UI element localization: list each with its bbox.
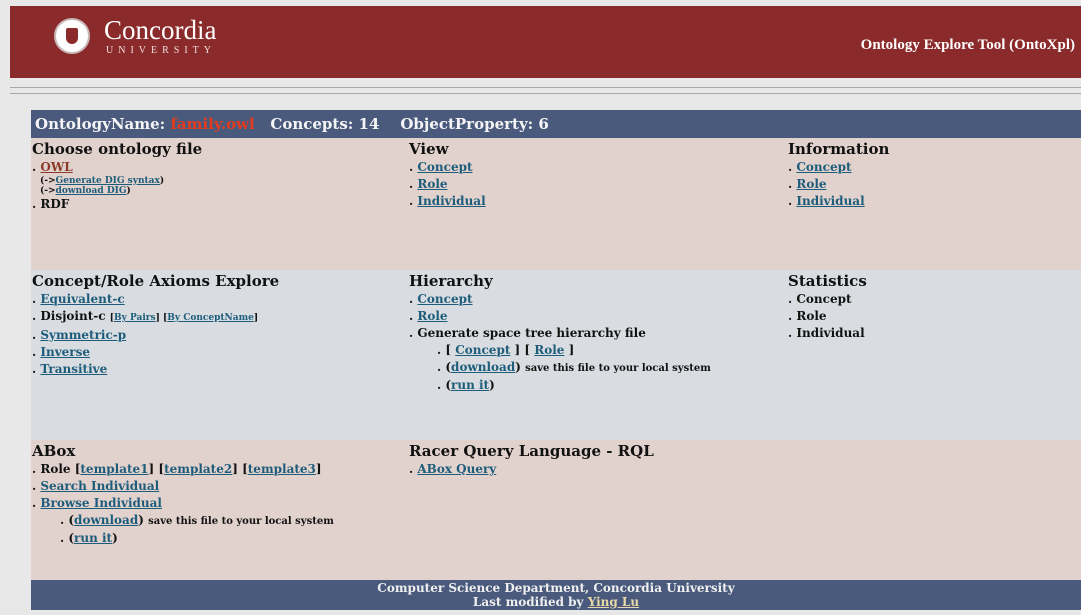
hierarchy-title: Hierarchy (409, 272, 493, 290)
statistics-section: Statistics . Concept . Role . Individual (788, 272, 1078, 342)
inverse-link[interactable]: Inverse (40, 345, 90, 359)
view-concept-link[interactable]: Concept (417, 160, 472, 174)
modified-prefix: Last modified by (472, 595, 584, 609)
save-note: save this file to your local system (525, 363, 711, 374)
information-section: Information . Concept . Role . Individua… (788, 140, 1078, 210)
info-concept-link[interactable]: Concept (796, 160, 851, 174)
download-dig-prefix: (-> (40, 186, 56, 196)
ontology-summary-bar: OntologyName: family.owl Concepts: 14 Ob… (31, 110, 1081, 138)
hierarchy-concept-link[interactable]: Concept (417, 292, 472, 306)
template2-link[interactable]: template2 (164, 462, 232, 476)
section-row-axioms: Concept/Role Axioms Explore . Equivalent… (31, 270, 1081, 440)
info-role-link[interactable]: Role (796, 177, 826, 191)
choose-file-section: Choose ontology file . OWL (->Generate D… (32, 140, 392, 213)
generate-tree-label: Generate space tree hierarchy file (417, 326, 646, 340)
view-role-link[interactable]: Role (417, 177, 447, 191)
stat-concept: Concept (796, 292, 852, 306)
hierarchy-role-link[interactable]: Role (417, 309, 447, 323)
download-dig-link[interactable]: download DIG (56, 186, 127, 196)
hierarchy-download-link[interactable]: download (451, 360, 515, 374)
divider (10, 87, 1081, 88)
abox-title: ABox (32, 442, 76, 460)
rql-section: Racer Query Language - RQL . ABox Query (409, 442, 779, 478)
abox-run-it-link[interactable]: run it (74, 531, 112, 545)
template1-link[interactable]: template1 (80, 462, 148, 476)
main-panel: OntologyName: family.owl Concepts: 14 Ob… (31, 110, 1081, 610)
site-header: Concordia UNIVERSITY Ontology Explore To… (10, 6, 1081, 78)
app-title: Ontology Explore Tool (OntoXpl) (860, 37, 1075, 53)
abox-role-label: Role (40, 462, 71, 476)
author-link[interactable]: Ying Lu (588, 595, 639, 609)
axioms-section: Concept/Role Axioms Explore . Equivalent… (32, 272, 392, 378)
owl-link[interactable]: OWL (40, 160, 72, 174)
abox-query-link[interactable]: ABox Query (417, 462, 496, 476)
template3-link[interactable]: template3 (248, 462, 316, 476)
choose-file-title: Choose ontology file (32, 140, 203, 158)
abox-section: ABox . Role [template1] [template2] [tem… (32, 442, 392, 547)
hierarchy-section: Hierarchy . Concept . Role . Generate sp… (409, 272, 779, 394)
abox-download-link[interactable]: download (74, 513, 138, 527)
section-row-files: Choose ontology file . OWL (->Generate D… (31, 138, 1081, 270)
equivalent-c-link[interactable]: Equivalent-c (40, 292, 124, 306)
symmetric-p-link[interactable]: Symmetric-p (40, 328, 126, 342)
divider (10, 93, 1081, 94)
logo-name[interactable]: Concordia (104, 16, 216, 44)
tree-concept-link[interactable]: Concept (455, 343, 510, 357)
gen-dig-prefix: (-> (40, 176, 56, 186)
logo-subtitle: UNIVERSITY (106, 45, 216, 56)
disjoint-c-label: Disjoint-c (40, 309, 106, 323)
rdf-label: RDF (40, 197, 70, 211)
concept-count: Concepts: 14 (270, 115, 380, 133)
search-individual-link[interactable]: Search Individual (40, 479, 159, 493)
by-pairs-link[interactable]: By Pairs (114, 313, 156, 323)
generate-dig-link[interactable]: Generate DIG syntax (56, 176, 160, 186)
gen-dig-suffix: ) (159, 176, 165, 186)
stat-individual: Individual (796, 326, 865, 340)
abox-save-note: save this file to your local system (148, 516, 334, 527)
view-individual-link[interactable]: Individual (417, 194, 485, 208)
footer-modified: Last modified by Ying Lu (31, 595, 1081, 609)
ontology-file-name: family.owl (170, 115, 255, 133)
university-seal-icon (54, 18, 90, 54)
ontology-name-label: OntologyName: (35, 115, 166, 133)
tree-role-link[interactable]: Role (534, 343, 564, 357)
axioms-title: Concept/Role Axioms Explore (32, 272, 280, 290)
view-section: View . Concept . Role . Individual (409, 140, 779, 210)
rql-title: Racer Query Language - RQL (409, 442, 654, 460)
footer: Computer Science Department, Concordia U… (31, 580, 1081, 610)
transitive-link[interactable]: Transitive (40, 362, 107, 376)
browse-individual-link[interactable]: Browse Individual (40, 496, 162, 510)
download-dig-suffix: ) (126, 186, 131, 196)
stat-role: Role (796, 309, 827, 323)
section-row-abox: ABox . Role [template1] [template2] [tem… (31, 440, 1081, 580)
object-property-count: ObjectProperty: 6 (400, 115, 549, 133)
statistics-title: Statistics (788, 272, 867, 290)
footer-department: Computer Science Department, Concordia U… (377, 581, 735, 595)
information-title: Information (788, 140, 890, 158)
by-conceptname-link[interactable]: By ConceptName (167, 313, 254, 323)
view-title: View (409, 140, 449, 158)
info-individual-link[interactable]: Individual (796, 194, 864, 208)
hierarchy-run-it-link[interactable]: run it (451, 378, 489, 392)
